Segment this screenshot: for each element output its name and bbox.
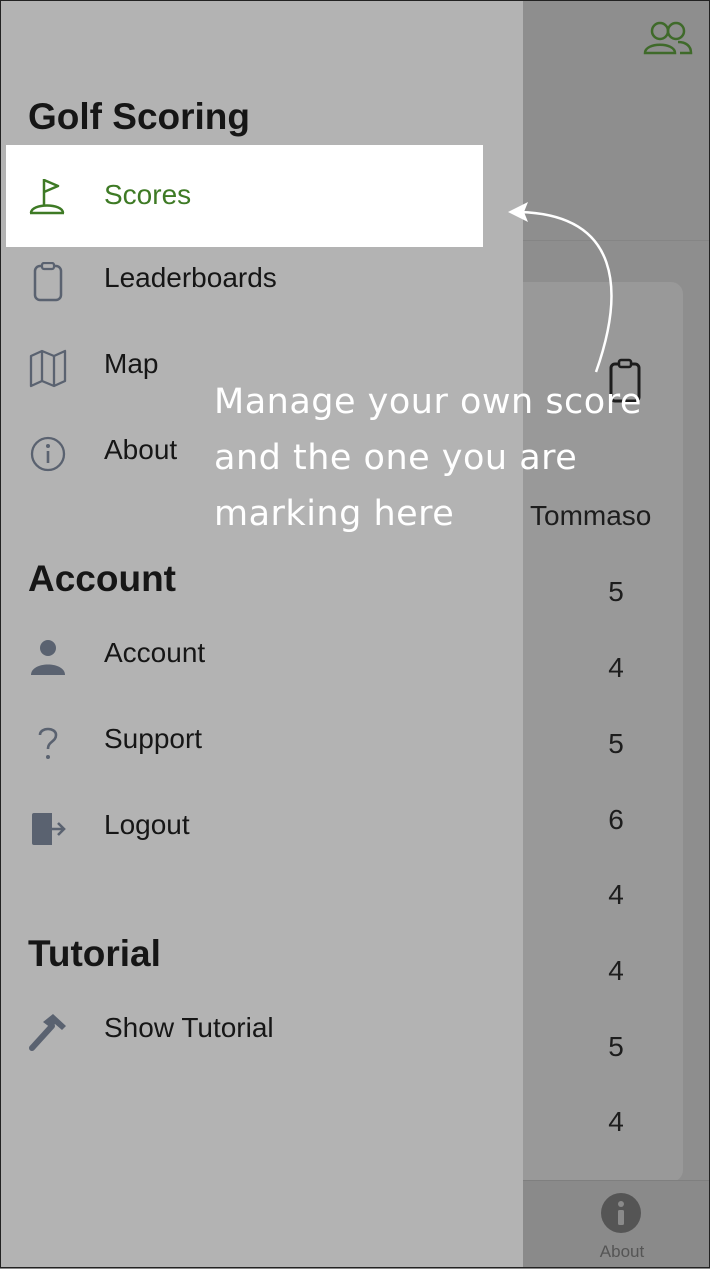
question-icon: [38, 727, 58, 759]
menu-item-label: Show Tutorial: [104, 1012, 274, 1043]
score-cell[interactable]: 5: [596, 576, 636, 608]
menu-item-logout[interactable]: Logout: [6, 789, 483, 869]
menu-item-label: Logout: [104, 809, 190, 840]
score-cell[interactable]: 4: [596, 955, 636, 987]
score-cell[interactable]: 4: [596, 879, 636, 911]
menu-item-label: Leaderboards: [104, 262, 277, 293]
navigation-drawer: Golf Scoring Scores Leaderboards Map Abo…: [0, 0, 523, 1268]
menu-item-account[interactable]: Account: [6, 617, 483, 697]
menu-item-label: Account: [104, 637, 206, 668]
person-icon: [31, 640, 65, 675]
score-cell[interactable]: 4: [596, 652, 636, 684]
menu-item-label: Scores: [104, 179, 192, 210]
score-cell[interactable]: 5: [596, 728, 636, 760]
tip-line: marking here: [214, 494, 455, 534]
menu-item-scores[interactable]: Scores: [6, 145, 483, 247]
tab-about[interactable]: About: [582, 1242, 662, 1262]
hammer-icon: [29, 1014, 66, 1051]
clipboard-icon: [33, 262, 63, 302]
info-icon: [30, 436, 66, 472]
score-cell[interactable]: 5: [596, 1031, 636, 1063]
map-icon: [29, 349, 67, 388]
tip-line: Manage your own score: [214, 382, 642, 422]
menu-item-show-tutorial[interactable]: Show Tutorial: [6, 992, 483, 1072]
score-cell[interactable]: 6: [596, 804, 636, 836]
menu-item-label: Support: [104, 723, 203, 754]
score-cell[interactable]: 4: [596, 1106, 636, 1138]
logout-icon: [32, 813, 66, 845]
tip-line: and the one you are: [214, 438, 578, 478]
menu-item-leaderboards[interactable]: Leaderboards: [6, 242, 483, 322]
menu-item-support[interactable]: Support: [6, 703, 483, 783]
tutorial-tip-text: Manage your own score and the one you ar…: [214, 374, 684, 542]
section-title-golf-scoring: Golf Scoring: [28, 96, 250, 137]
about-tab-info-icon[interactable]: [600, 1192, 642, 1234]
menu-item-label: Map: [104, 348, 159, 379]
flag-icon: [29, 178, 65, 215]
menu-item-label: About: [104, 434, 178, 465]
section-title-account: Account: [28, 558, 176, 599]
section-title-tutorial: Tutorial: [28, 933, 161, 974]
group-icon[interactable]: [642, 20, 694, 56]
